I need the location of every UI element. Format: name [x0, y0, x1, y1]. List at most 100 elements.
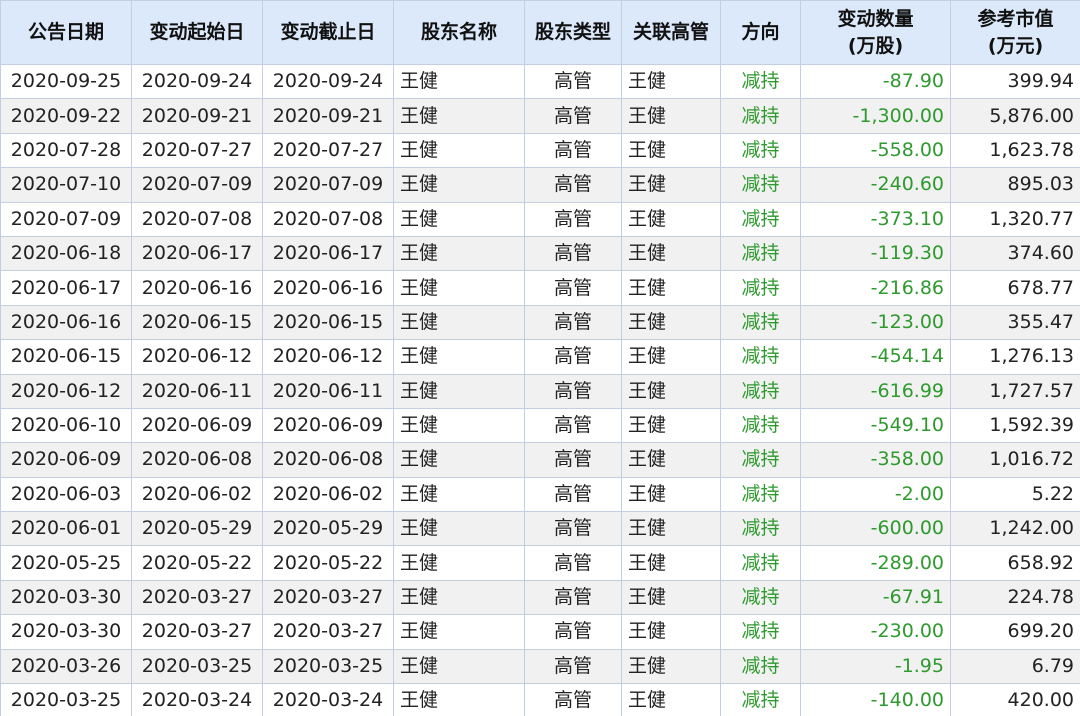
cell-end-date: 2020-09-21	[262, 98, 394, 134]
cell-related-exec: 王健	[621, 648, 721, 685]
cell-start-date: 2020-06-12	[131, 339, 263, 375]
cell-announce-date: 2020-03-26	[0, 648, 132, 685]
cell-related-exec: 王健	[621, 614, 721, 650]
header-holder-type[interactable]: 股东类型	[524, 0, 622, 65]
cell-direction: 减持	[720, 407, 801, 444]
cell-start-date: 2020-05-22	[131, 545, 263, 581]
cell-ref-value: 895.03	[950, 167, 1080, 203]
header-end-date[interactable]: 变动截止日	[262, 0, 394, 65]
cell-ref-value: 678.77	[950, 270, 1080, 306]
cell-holder-type: 高管	[524, 545, 622, 581]
cell-end-date: 2020-03-25	[262, 648, 394, 685]
table-row[interactable]: 2020-03-30 2020-03-27 2020-03-27 王健 高管 王健 减持 -6…	[0, 579, 1080, 616]
cell-related-exec: 王健	[621, 407, 721, 444]
table-row[interactable]: 2020-03-30 2020-03-27 2020-03-27 王健 高管 王健 减持 -2…	[0, 614, 1080, 650]
table-body: 2020-09-25 2020-09-24 2020-09-24 王健 高管 王健 减持 -8…	[0, 63, 1080, 716]
cell-change-qty: -549.10	[800, 407, 951, 444]
table-row[interactable]: 2020-09-22 2020-09-21 2020-09-21 王健 高管 王健 减持 -1…	[0, 98, 1080, 134]
table-row[interactable]: 2020-06-10 2020-06-09 2020-06-09 王健 高管 王健 减持 -5…	[0, 407, 1080, 444]
table-row[interactable]: 2020-07-10 2020-07-09 2020-07-09 王健 高管 王健 减持 -2…	[0, 167, 1080, 203]
table-row[interactable]: 2020-06-09 2020-06-08 2020-06-08 王健 高管 王健 减持 -3…	[0, 442, 1080, 478]
cell-start-date: 2020-05-29	[131, 511, 263, 547]
cell-announce-date: 2020-06-03	[0, 476, 132, 513]
cell-direction: 减持	[720, 201, 801, 237]
cell-start-date: 2020-03-24	[131, 683, 263, 716]
cell-related-exec: 王健	[621, 511, 721, 547]
table-row[interactable]: 2020-07-09 2020-07-08 2020-07-08 王健 高管 王健 减持 -3…	[0, 201, 1080, 237]
cell-related-exec: 王健	[621, 304, 721, 341]
table-row[interactable]: 2020-06-17 2020-06-16 2020-06-16 王健 高管 王健 减持 -2…	[0, 270, 1080, 306]
cell-end-date: 2020-06-15	[262, 304, 394, 341]
table-row[interactable]: 2020-07-28 2020-07-27 2020-07-27 王健 高管 王健 减持 -5…	[0, 132, 1080, 169]
cell-related-exec: 王健	[621, 683, 721, 716]
header-announce-date[interactable]: 公告日期	[0, 0, 132, 65]
table-row[interactable]: 2020-09-25 2020-09-24 2020-09-24 王健 高管 王健 减持 -8…	[0, 63, 1080, 100]
cell-change-qty: -230.00	[800, 614, 951, 650]
cell-change-qty: -119.30	[800, 235, 951, 272]
cell-direction: 减持	[720, 579, 801, 616]
cell-holder-type: 高管	[524, 614, 622, 650]
cell-change-qty: -1.95	[800, 648, 951, 685]
table-row[interactable]: 2020-03-26 2020-03-25 2020-03-25 王健 高管 王健 减持 -1…	[0, 648, 1080, 685]
cell-end-date: 2020-09-24	[262, 63, 394, 100]
cell-holder-name: 王健	[393, 132, 525, 169]
cell-start-date: 2020-06-09	[131, 407, 263, 444]
cell-related-exec: 王健	[621, 63, 721, 100]
table-row[interactable]: 2020-06-01 2020-05-29 2020-05-29 王健 高管 王健 减持 -6…	[0, 511, 1080, 547]
header-row: 公告日期 变动起始日 变动截止日 股东名称 股东类型 关联高管 方向 变动数量 …	[0, 0, 1080, 65]
table-header: 公告日期 变动起始日 变动截止日 股东名称 股东类型 关联高管 方向 变动数量 …	[0, 0, 1080, 65]
table-row[interactable]: 2020-05-25 2020-05-22 2020-05-22 王健 高管 王健 减持 -2…	[0, 545, 1080, 581]
cell-holder-name: 王健	[393, 579, 525, 616]
header-holder-name[interactable]: 股东名称	[393, 0, 525, 65]
cell-related-exec: 王健	[621, 442, 721, 478]
cell-announce-date: 2020-05-25	[0, 545, 132, 581]
header-change-qty[interactable]: 变动数量 (万股)	[800, 0, 951, 65]
cell-related-exec: 王健	[621, 579, 721, 616]
cell-related-exec: 王健	[621, 476, 721, 513]
header-ref-value[interactable]: 参考市值 (万元)	[950, 0, 1080, 65]
header-start-date[interactable]: 变动起始日	[131, 0, 263, 65]
cell-announce-date: 2020-07-28	[0, 132, 132, 169]
cell-announce-date: 2020-07-10	[0, 167, 132, 203]
cell-change-qty: -67.91	[800, 579, 951, 616]
cell-ref-value: 1,592.39	[950, 407, 1080, 444]
cell-holder-type: 高管	[524, 476, 622, 513]
cell-related-exec: 王健	[621, 545, 721, 581]
cell-start-date: 2020-09-24	[131, 63, 263, 100]
cell-direction: 减持	[720, 167, 801, 203]
cell-direction: 减持	[720, 339, 801, 375]
cell-change-qty: -87.90	[800, 63, 951, 100]
cell-announce-date: 2020-06-15	[0, 339, 132, 375]
table-row[interactable]: 2020-06-18 2020-06-17 2020-06-17 王健 高管 王健 减持 -1…	[0, 235, 1080, 272]
cell-end-date: 2020-06-08	[262, 442, 394, 478]
table-row[interactable]: 2020-03-25 2020-03-24 2020-03-24 王健 高管 王健 减持 -1…	[0, 683, 1080, 716]
cell-change-qty: -358.00	[800, 442, 951, 478]
cell-announce-date: 2020-06-10	[0, 407, 132, 444]
cell-direction: 减持	[720, 98, 801, 134]
shareholding-change-table: 公告日期 变动起始日 变动截止日 股东名称 股东类型 关联高管 方向 变动数量 …	[0, 0, 1080, 716]
table-row[interactable]: 2020-06-12 2020-06-11 2020-06-11 王健 高管 王健 减持 -6…	[0, 373, 1080, 409]
cell-announce-date: 2020-03-30	[0, 614, 132, 650]
cell-end-date: 2020-07-08	[262, 201, 394, 237]
cell-holder-name: 王健	[393, 270, 525, 306]
cell-ref-value: 399.94	[950, 63, 1080, 100]
table-row[interactable]: 2020-06-15 2020-06-12 2020-06-12 王健 高管 王健 减持 -4…	[0, 339, 1080, 375]
cell-related-exec: 王健	[621, 373, 721, 409]
cell-holder-type: 高管	[524, 511, 622, 547]
table-row[interactable]: 2020-06-03 2020-06-02 2020-06-02 王健 高管 王健 减持 -2…	[0, 476, 1080, 513]
cell-end-date: 2020-06-02	[262, 476, 394, 513]
cell-start-date: 2020-06-17	[131, 235, 263, 272]
header-direction[interactable]: 方向	[720, 0, 801, 65]
cell-holder-name: 王健	[393, 63, 525, 100]
cell-ref-value: 420.00	[950, 683, 1080, 716]
cell-direction: 减持	[720, 63, 801, 100]
cell-related-exec: 王健	[621, 167, 721, 203]
cell-change-qty: -373.10	[800, 201, 951, 237]
cell-announce-date: 2020-06-16	[0, 304, 132, 341]
cell-change-qty: -616.99	[800, 373, 951, 409]
header-related-exec[interactable]: 关联高管	[621, 0, 721, 65]
cell-direction: 减持	[720, 614, 801, 650]
table-row[interactable]: 2020-06-16 2020-06-15 2020-06-15 王健 高管 王健 减持 -1…	[0, 304, 1080, 341]
cell-holder-type: 高管	[524, 132, 622, 169]
cell-direction: 减持	[720, 545, 801, 581]
